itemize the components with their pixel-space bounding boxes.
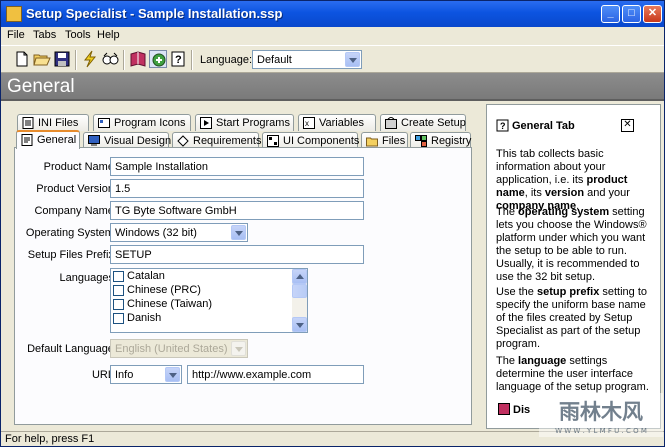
checkbox[interactable] xyxy=(113,313,124,324)
chevron-down-icon[interactable] xyxy=(165,367,180,382)
company-name-field[interactable]: TG Byte Software GmbH xyxy=(110,201,364,220)
svg-text:W W W . Y L M F U . C O M: W W W . Y L M F U . C O M xyxy=(555,427,647,435)
menu-help[interactable]: Help xyxy=(97,29,120,41)
maximize-button[interactable]: □ xyxy=(622,5,641,23)
registry-icon xyxy=(415,135,427,147)
files-icon xyxy=(366,137,378,147)
tab-start-programs[interactable]: Start Programs xyxy=(195,114,294,131)
create-setup-icon xyxy=(385,117,397,129)
help-paragraph-3: Use the setup prefix setting to specify … xyxy=(496,286,648,350)
svg-text:雨林木风: 雨林木风 xyxy=(559,400,643,424)
title-bar[interactable]: Setup Specialist - Sample Installation.s… xyxy=(1,1,664,27)
product-name-field[interactable]: Sample Installation xyxy=(110,157,364,176)
svg-text:?: ? xyxy=(175,54,182,66)
language-label: Language: xyxy=(200,54,252,66)
help-paragraph-2: The operating system setting lets you ch… xyxy=(496,206,647,283)
save-icon[interactable] xyxy=(53,50,71,68)
menu-bar: File Tabs Tools Help xyxy=(1,27,664,44)
help-paragraph-4: The language settings determine the user… xyxy=(496,355,649,393)
tab-variables[interactable]: x Variables xyxy=(298,114,376,131)
requirements-icon xyxy=(177,135,189,147)
build-lightning-icon[interactable] xyxy=(81,50,99,68)
general-tab-panel: Product Name: Sample Installation Produc… xyxy=(14,147,472,425)
help-display-link[interactable]: Dis xyxy=(513,404,530,416)
tab-program-icons[interactable]: Program Icons xyxy=(93,114,191,131)
language-value: Default xyxy=(257,54,292,66)
help-paragraph-1: This tab collects basic information abou… xyxy=(496,148,630,212)
chevron-down-icon xyxy=(231,341,246,356)
languages-scrollbar[interactable] xyxy=(292,269,307,332)
general-icon xyxy=(21,134,33,146)
product-version-field[interactable]: 1.5 xyxy=(110,179,364,198)
watermark-logo: 雨林木风 W W W . Y L M F U . C O M xyxy=(539,393,663,437)
tab-ini-files[interactable]: INI Files xyxy=(17,114,89,131)
checkbox[interactable] xyxy=(113,285,124,296)
toolbar: ? Language: Default xyxy=(1,45,664,73)
new-file-icon[interactable] xyxy=(13,50,31,68)
product-version-label: Product Version: xyxy=(36,183,117,195)
toolbar-separator xyxy=(123,50,125,70)
open-folder-icon[interactable] xyxy=(33,50,51,68)
status-text: For help, press F1 xyxy=(5,433,95,445)
setup-prefix-field[interactable]: SETUP xyxy=(110,245,364,264)
setup-prefix-label: Setup Files Prefix: xyxy=(27,249,117,261)
checkbox[interactable] xyxy=(113,271,124,282)
help-book-icon: ? xyxy=(496,119,509,132)
wizard-icon[interactable] xyxy=(149,50,167,68)
page-title: General xyxy=(7,76,75,97)
languages-listbox[interactable]: Catalan Chinese (PRC) Chinese (Taiwan) D… xyxy=(110,268,308,333)
display-icon xyxy=(498,403,510,415)
menu-file[interactable]: File xyxy=(7,29,25,41)
menu-tools[interactable]: Tools xyxy=(65,29,91,41)
page-header: General xyxy=(1,73,664,101)
program-icons-icon xyxy=(98,118,110,128)
operating-system-label: Operating System: xyxy=(25,227,117,239)
svg-text:?: ? xyxy=(500,121,506,131)
close-icon[interactable]: ✕ xyxy=(621,119,634,132)
url-type-select[interactable]: Info xyxy=(110,365,182,384)
minimize-button[interactable]: _ xyxy=(601,5,620,23)
scroll-down-icon[interactable] xyxy=(292,317,307,332)
main-window: Setup Specialist - Sample Installation.s… xyxy=(0,0,665,447)
app-icon xyxy=(6,6,22,22)
variables-icon: x xyxy=(303,117,315,129)
scroll-thumb[interactable] xyxy=(292,284,307,298)
test-run-icon[interactable] xyxy=(101,50,119,68)
toolbar-separator xyxy=(75,50,77,70)
help-book-icon[interactable] xyxy=(129,50,147,68)
ini-file-icon xyxy=(22,117,34,129)
close-button[interactable]: ✕ xyxy=(643,5,662,23)
tab-create-setup[interactable]: Create Setup xyxy=(380,114,466,131)
menu-tabs[interactable]: Tabs xyxy=(33,29,56,41)
chevron-down-icon[interactable] xyxy=(231,225,246,240)
scroll-up-icon[interactable] xyxy=(292,269,307,284)
ui-components-icon xyxy=(267,135,279,147)
monitor-icon xyxy=(88,135,100,146)
window-title: Setup Specialist - Sample Installation.s… xyxy=(26,6,283,21)
product-name-label: Product Name: xyxy=(43,161,117,173)
default-language-select[interactable]: English (United States) xyxy=(110,339,248,358)
tab-general[interactable]: General xyxy=(16,130,80,149)
svg-text:x: x xyxy=(305,119,309,128)
languages-label: Languages: xyxy=(59,272,118,284)
operating-system-select[interactable]: Windows (32 bit) xyxy=(110,223,248,242)
language-select[interactable]: Default xyxy=(252,50,362,69)
default-language-label: Default Language: xyxy=(27,343,117,355)
main-panel: INI Files Program Icons Start Programs x… xyxy=(4,104,478,429)
toolbar-separator xyxy=(191,50,193,70)
context-help-icon[interactable]: ? xyxy=(169,50,187,68)
url-field[interactable]: http://www.example.com xyxy=(187,365,364,384)
checkbox[interactable] xyxy=(113,299,124,310)
help-title: General Tab xyxy=(512,120,575,132)
chevron-down-icon[interactable] xyxy=(345,52,360,67)
company-name-label: Company Name: xyxy=(34,205,117,217)
help-panel: ? General Tab ✕ This tab collects basic … xyxy=(486,104,661,429)
start-programs-icon xyxy=(200,117,212,129)
